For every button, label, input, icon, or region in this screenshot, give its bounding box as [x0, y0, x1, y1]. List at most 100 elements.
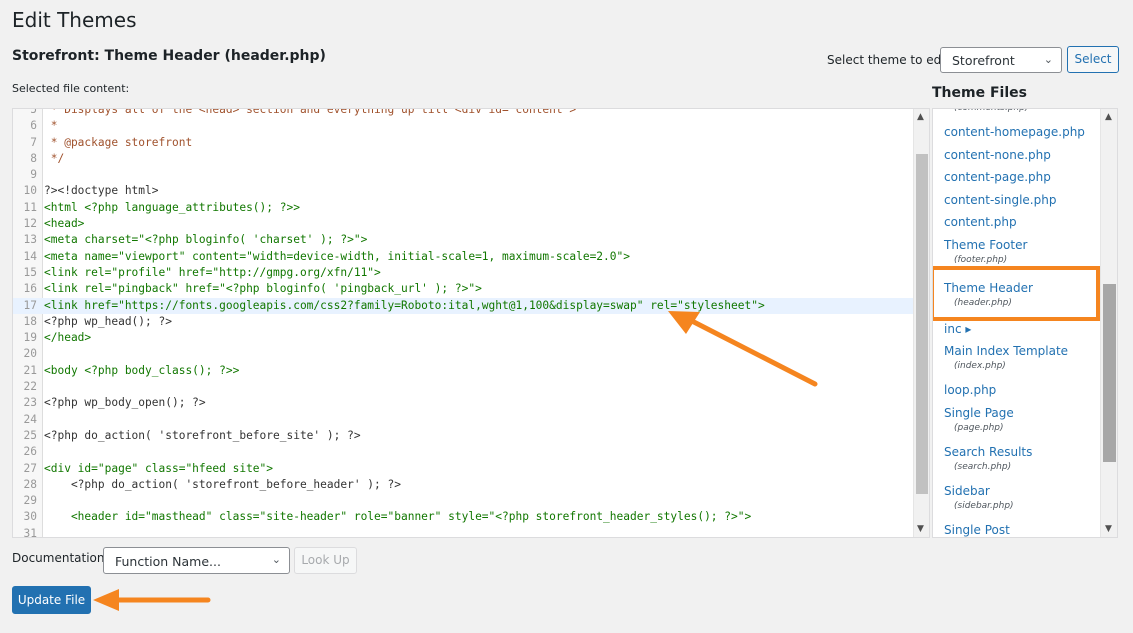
code-line[interactable]: 5 * Displays all of the <head> section a… [13, 108, 913, 118]
file-item[interactable]: Sidebar [944, 484, 990, 498]
file-item-filename: (search.php) [954, 461, 1012, 472]
scroll-down-icon[interactable]: ▼ [917, 524, 924, 534]
files-scrollbar[interactable]: ▲ ▼ [1100, 109, 1117, 537]
code-line[interactable]: 16 <link rel="pingback" href="<?php blogi… [13, 281, 913, 297]
code-line[interactable]: 30 <header id="masthead" class="site-hea… [13, 509, 913, 525]
line-number: 15 [23, 265, 37, 279]
code-line[interactable]: 25 <?php do_action( 'storefront_before_si… [13, 428, 913, 444]
file-heading: Storefront: Theme Header (header.php) [12, 48, 326, 64]
chevron-down-icon: ⌄ [271, 553, 281, 566]
code-text: <link href="https://fonts.googleapis.com… [44, 298, 765, 312]
code-text: <body <?php body_class(); ?>> [44, 363, 240, 377]
code-text: * Displays all of the <head> section and… [44, 108, 577, 116]
code-line[interactable]: 15 <link rel="profile" href="http://gmpg.… [13, 265, 913, 281]
file-item[interactable]: content-page.php [944, 170, 1051, 184]
code-line[interactable]: 29 [13, 493, 913, 509]
line-number: 8 [30, 151, 37, 165]
theme-select-value: Storefront [952, 53, 1015, 68]
code-line[interactable]: 7 * @package storefront [13, 135, 913, 151]
theme-files-panel: (comments.php) content-homepage.php conten… [932, 108, 1118, 538]
file-item[interactable]: content.php [944, 215, 1017, 229]
line-number: 5 [30, 108, 37, 116]
line-number: 22 [23, 380, 37, 394]
code-line[interactable]: 21 <body <?php body_class(); ?>> [13, 363, 913, 379]
file-item[interactable]: Theme Footer [944, 238, 1027, 252]
file-item[interactable]: loop.php [944, 383, 996, 397]
code-line[interactable]: 23 <?php wp_body_open(); ?> [13, 395, 913, 411]
line-number: 19 [23, 331, 37, 345]
code-text: <meta charset="<?php bloginfo( 'charset'… [44, 233, 368, 247]
code-text: <div id="page" class="hfeed site"> [44, 461, 274, 475]
code-text: * [44, 119, 58, 133]
function-name-select[interactable]: Function Name... ⌄ [103, 547, 290, 574]
code-line[interactable]: 11 <html <?php language_attributes(); ?>> [13, 200, 913, 216]
line-number: 11 [23, 200, 37, 214]
line-number: 21 [23, 363, 37, 377]
page-title: Edit Themes [12, 8, 137, 32]
look-up-button[interactable]: Look Up [294, 547, 357, 574]
code-editor[interactable]: 5 * Displays all of the <head> section a… [12, 108, 930, 538]
file-item-filename: (page.php) [954, 422, 1004, 433]
theme-select-label: Select theme to edit: [827, 53, 954, 67]
code-text: <html <?php language_attributes(); ?>> [44, 200, 300, 214]
code-text: <?php do_action( 'storefront_before_site… [44, 428, 361, 442]
scroll-down-icon[interactable]: ▼ [1105, 524, 1112, 534]
files-scroll-thumb[interactable] [1103, 284, 1116, 462]
line-number: 29 [23, 494, 37, 508]
code-text: </head> [44, 331, 92, 345]
editor-scrollbar[interactable]: ▲ ▼ [913, 109, 929, 537]
code-line[interactable]: 14 <meta name="viewport" content="width=d… [13, 249, 913, 265]
selected-file-label: Selected file content: [12, 82, 130, 95]
line-number: 9 [30, 168, 37, 182]
code-line[interactable]: 20 [13, 346, 913, 362]
code-line[interactable]: 17 <link href="https://fonts.googleapis.c… [13, 297, 913, 314]
code-line[interactable]: 27 <div id="page" class="hfeed site"> [13, 461, 913, 477]
update-file-button[interactable]: Update File [12, 586, 91, 614]
line-number: 16 [23, 282, 37, 296]
file-item[interactable]: Main Index Template [944, 344, 1068, 358]
theme-select[interactable]: Storefront ⌄ [940, 47, 1062, 73]
file-item-filename: (comments.php) [954, 108, 1029, 113]
code-line[interactable]: 31 [13, 526, 913, 538]
code-text: <?php wp_body_open(); ?> [44, 396, 206, 410]
line-number: 14 [23, 249, 37, 263]
file-item-active[interactable]: Theme Header [944, 281, 1033, 295]
file-item[interactable]: content-homepage.php [944, 125, 1085, 139]
file-item[interactable]: inc ▸ [944, 322, 971, 336]
file-item[interactable]: content-none.php [944, 148, 1051, 162]
line-number: 27 [23, 461, 37, 475]
chevron-down-icon: ⌄ [1043, 53, 1053, 66]
line-number: 31 [23, 526, 37, 538]
editor-scroll-thumb[interactable] [916, 154, 928, 494]
scroll-up-icon[interactable]: ▲ [917, 112, 924, 122]
code-line[interactable]: 6 * [13, 118, 913, 134]
code-line[interactable]: 9 [13, 167, 913, 183]
scroll-up-icon[interactable]: ▲ [1105, 112, 1112, 122]
code-line[interactable]: 24 [13, 412, 913, 428]
file-item[interactable]: content-single.php [944, 193, 1056, 207]
code-text: <meta name="viewport" content="width=dev… [44, 249, 630, 263]
code-line[interactable]: 13 <meta charset="<?php bloginfo( 'charse… [13, 232, 913, 248]
code-line[interactable]: 19 </head> [13, 330, 913, 346]
line-number: 24 [23, 412, 37, 426]
file-item[interactable]: Single Post [944, 523, 1010, 537]
code-text: <header id="masthead" class="site-header… [44, 510, 752, 524]
code-line[interactable]: 22 [13, 379, 913, 395]
line-number: 20 [23, 347, 37, 361]
line-number: 17 [23, 298, 37, 312]
theme-files-heading: Theme Files [932, 85, 1027, 101]
line-number: 18 [23, 314, 37, 328]
code-line[interactable]: 10 ?><!doctype html> [13, 183, 913, 199]
code-line[interactable]: 26 [13, 444, 913, 460]
code-line[interactable]: 18 <?php wp_head(); ?> [13, 314, 913, 330]
code-lines[interactable]: 5 * Displays all of the <head> section a… [13, 108, 913, 538]
code-line[interactable]: 28 <?php do_action( 'storefront_before_h… [13, 477, 913, 493]
code-text: */ [44, 151, 65, 165]
code-line[interactable]: 8 */ [13, 151, 913, 167]
file-item[interactable]: Single Page [944, 406, 1014, 420]
line-number: 13 [23, 233, 37, 247]
select-theme-button[interactable]: Select [1067, 46, 1119, 73]
code-line[interactable]: 12 <head> [13, 216, 913, 232]
code-text: <?php wp_head(); ?> [44, 314, 172, 328]
file-item[interactable]: Search Results [944, 445, 1032, 459]
